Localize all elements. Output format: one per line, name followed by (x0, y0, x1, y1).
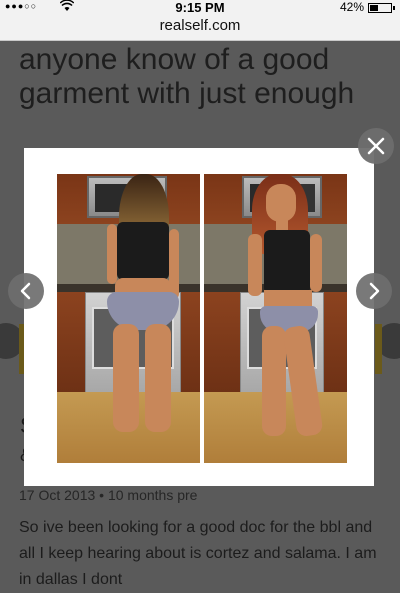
close-icon[interactable] (358, 128, 394, 164)
status-bar: ●●●○○ 9:15 PM 42% (0, 0, 400, 15)
lightbox-panel (24, 148, 374, 486)
photo-left-half (57, 174, 200, 463)
battery-percent: 42% (339, 0, 364, 14)
battery-icon (368, 3, 395, 13)
url-text: realself.com (159, 17, 241, 34)
lightbox-photo (57, 174, 347, 463)
chevron-left-icon[interactable] (8, 273, 44, 309)
photo-right-half (204, 174, 347, 463)
chevron-right-icon[interactable] (356, 273, 392, 309)
address-bar[interactable]: realself.com (0, 15, 400, 41)
